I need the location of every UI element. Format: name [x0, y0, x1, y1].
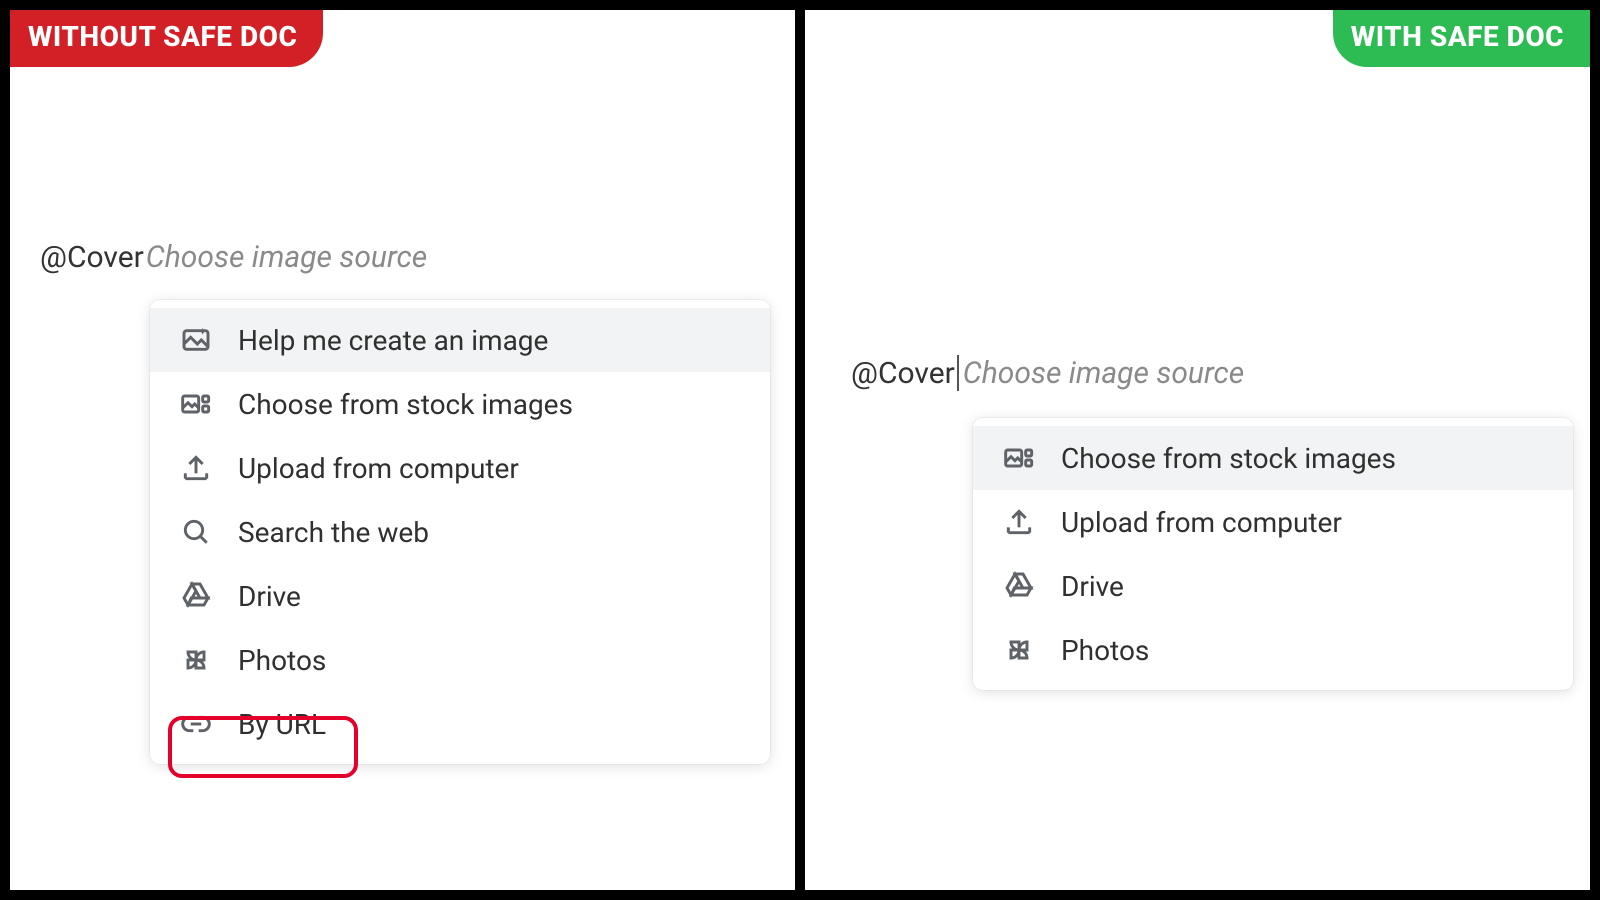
upload-icon: [1001, 504, 1037, 540]
left-pane: WITHOUT SAFE DOC @Cover Choose image sou…: [10, 10, 795, 890]
menu-item-search-web[interactable]: Search the web: [150, 500, 770, 564]
sparkle-image-icon: [178, 322, 214, 358]
smart-chip-hint: Choose image source: [963, 356, 1244, 391]
smart-chip-context[interactable]: @Cover Choose image source: [851, 355, 1244, 391]
stock-images-icon: [1001, 440, 1037, 476]
menu-item-label: Drive: [238, 580, 301, 613]
comparison-frame: WITHOUT SAFE DOC @Cover Choose image sou…: [10, 10, 1590, 890]
menu-item-drive[interactable]: Drive: [150, 564, 770, 628]
link-icon: [178, 706, 214, 742]
drive-icon: [1001, 568, 1037, 604]
photos-icon: [1001, 632, 1037, 668]
menu-item-by-url[interactable]: By URL: [150, 692, 770, 756]
menu-item-stock-images[interactable]: Choose from stock images: [973, 426, 1573, 490]
image-source-menu: Choose from stock images Upload from com…: [973, 418, 1573, 690]
menu-item-upload-computer[interactable]: Upload from computer: [973, 490, 1573, 554]
menu-item-photos[interactable]: Photos: [150, 628, 770, 692]
menu-item-upload-computer[interactable]: Upload from computer: [150, 436, 770, 500]
menu-item-stock-images[interactable]: Choose from stock images: [150, 372, 770, 436]
right-pane: WITH SAFE DOC @Cover Choose image source…: [805, 10, 1590, 890]
smart-chip-text: @Cover: [851, 356, 955, 391]
menu-item-label: Upload from computer: [238, 452, 519, 485]
menu-item-label: Photos: [1061, 634, 1149, 667]
menu-item-label: Choose from stock images: [238, 388, 573, 421]
menu-item-photos[interactable]: Photos: [973, 618, 1573, 682]
photos-icon: [178, 642, 214, 678]
menu-item-label: Choose from stock images: [1061, 442, 1396, 475]
menu-item-label: Search the web: [238, 516, 429, 549]
drive-icon: [178, 578, 214, 614]
badge-without-safe-doc: WITHOUT SAFE DOC: [10, 10, 323, 67]
smart-chip-text: @Cover: [40, 240, 144, 275]
menu-item-label: Upload from computer: [1061, 506, 1342, 539]
upload-icon: [178, 450, 214, 486]
image-source-menu: Help me create an image Choose from stoc…: [150, 300, 770, 764]
menu-item-label: Help me create an image: [238, 324, 548, 357]
menu-item-drive[interactable]: Drive: [973, 554, 1573, 618]
smart-chip-context[interactable]: @Cover Choose image source: [40, 240, 427, 275]
menu-item-help-create-image[interactable]: Help me create an image: [150, 308, 770, 372]
text-cursor: [957, 355, 959, 391]
menu-item-label: By URL: [238, 708, 326, 741]
badge-with-safe-doc: WITH SAFE DOC: [1333, 10, 1590, 67]
search-icon: [178, 514, 214, 550]
stock-images-icon: [178, 386, 214, 422]
menu-item-label: Photos: [238, 644, 326, 677]
smart-chip-hint: Choose image source: [146, 240, 427, 275]
menu-item-label: Drive: [1061, 570, 1124, 603]
